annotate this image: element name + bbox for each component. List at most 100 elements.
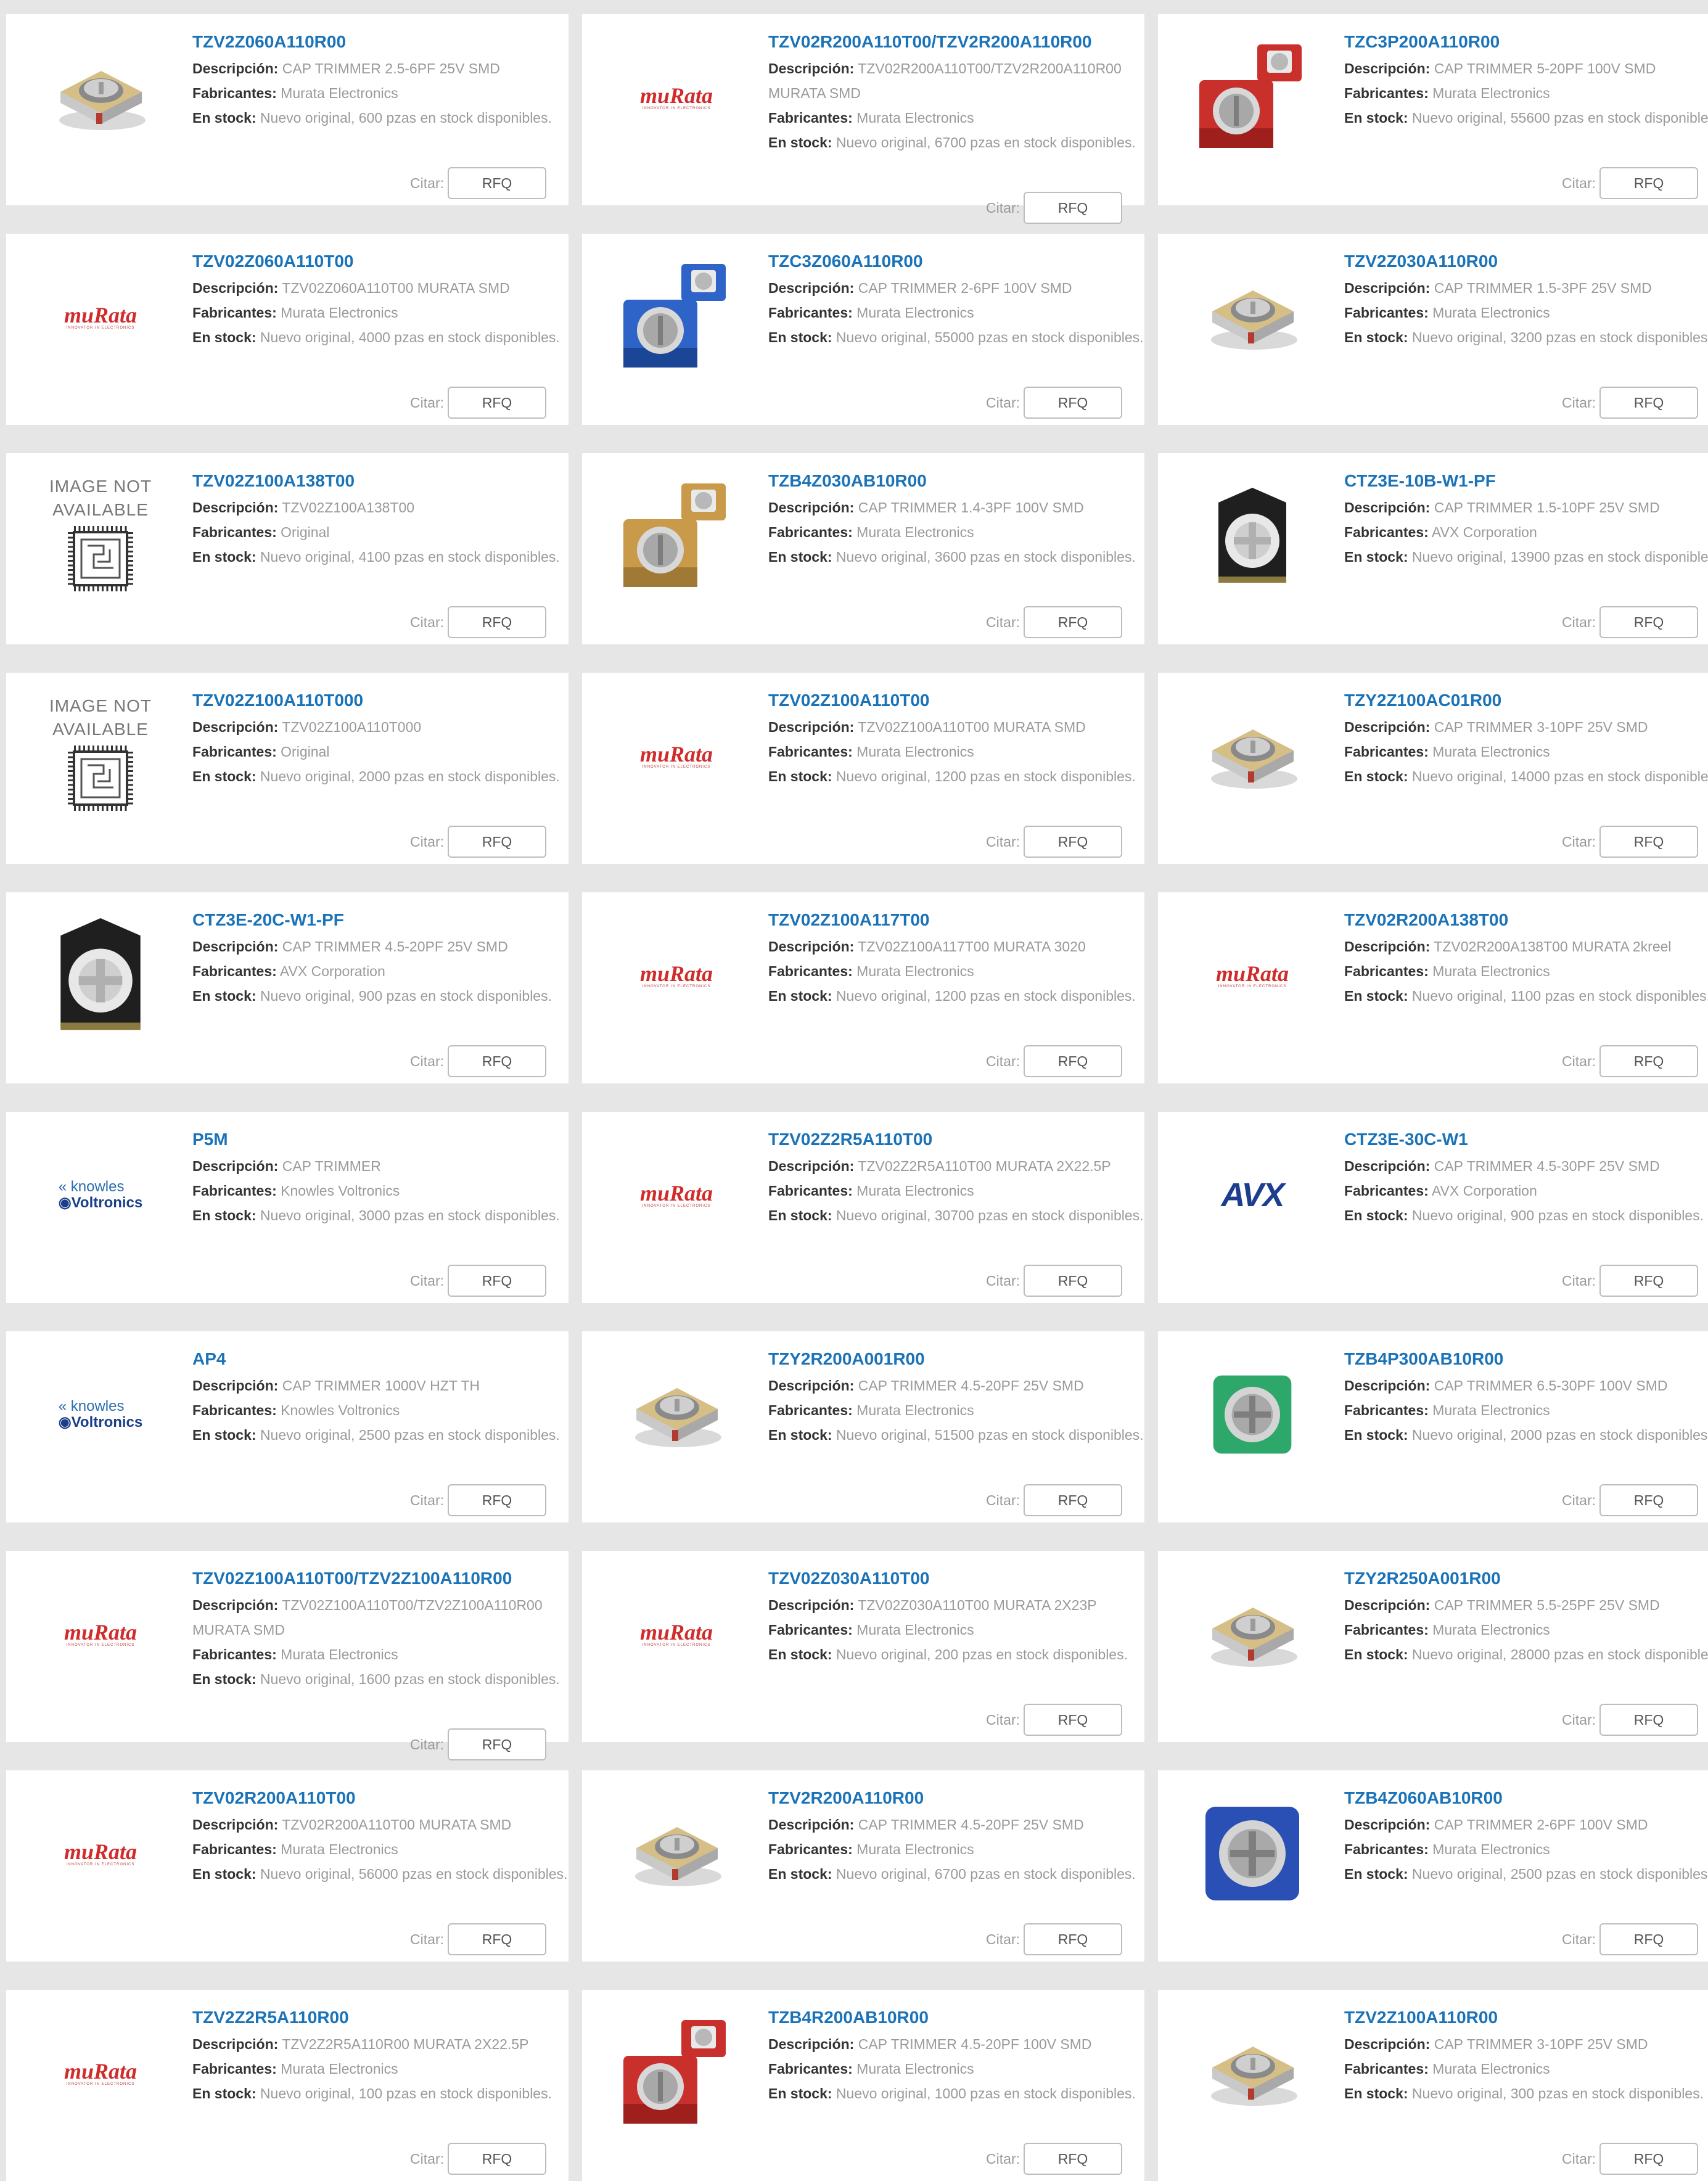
trimmer-red-pair-image[interactable]: [612, 2008, 741, 2138]
stock: En stock: Nuevo original, 300 pzas en st…: [1344, 2081, 1708, 2106]
product-card: TZV2Z060A110R00 Descripción: CAP TRIMMER …: [6, 14, 569, 205]
murata-logo[interactable]: muRata INNOVATOR IN ELECTRONICS: [36, 252, 165, 382]
quote-row: Citar: RFQ: [410, 2143, 546, 2175]
part-number-link[interactable]: TZV2Z100A110R00: [1344, 2007, 1708, 2028]
murata-logo[interactable]: muRata INNOVATOR IN ELECTRONICS: [612, 911, 741, 1040]
description: Descripción: TZV02Z030A110T00 MURATA 2X2…: [768, 1593, 1144, 1617]
trimmer-blue-pair-image[interactable]: [612, 252, 741, 382]
rfq-button[interactable]: RFQ: [1024, 192, 1122, 224]
trimmer-gold-image[interactable]: [612, 1350, 741, 1479]
manufacturer-label: Fabricantes:: [1344, 1402, 1429, 1418]
part-number-link[interactable]: TZV02R200A110T00/TZV2R200A110R00: [768, 31, 1144, 52]
rfq-button[interactable]: RFQ: [1024, 606, 1122, 638]
part-number-link[interactable]: TZV02Z100A110T000: [192, 690, 569, 711]
rfq-button[interactable]: RFQ: [448, 1923, 546, 1955]
murata-logo[interactable]: muRata INNOVATOR IN ELECTRONICS: [36, 1789, 165, 1918]
murata-logo[interactable]: muRata INNOVATOR IN ELECTRONICS: [612, 691, 741, 821]
part-number-link[interactable]: AP4: [192, 1349, 569, 1370]
knowles-logo[interactable]: « knowles ◉Voltronics: [36, 1350, 165, 1479]
rfq-button[interactable]: RFQ: [448, 2143, 546, 2175]
part-number-link[interactable]: TZV02Z030A110T00: [768, 1568, 1144, 1589]
rfq-button[interactable]: RFQ: [1024, 826, 1122, 858]
part-number-link[interactable]: TZV02Z100A138T00: [192, 470, 569, 491]
part-number-link[interactable]: TZY2R250A001R00: [1344, 1568, 1708, 1589]
part-number-link[interactable]: TZV2R200A110R00: [768, 1788, 1144, 1809]
part-number-link[interactable]: TZY2R200A001R00: [768, 1349, 1144, 1370]
manufacturer-value: Murata Electronics: [852, 524, 974, 540]
murata-logo[interactable]: muRata INNOVATOR IN ELECTRONICS: [1188, 911, 1317, 1040]
rfq-button[interactable]: RFQ: [448, 1484, 546, 1516]
rfq-button[interactable]: RFQ: [1024, 1923, 1122, 1955]
rfq-button[interactable]: RFQ: [1599, 1484, 1698, 1516]
rfq-button[interactable]: RFQ: [1024, 2143, 1122, 2175]
trimmer-gold-image[interactable]: [36, 33, 165, 162]
part-number-link[interactable]: TZC3Z060A110R00: [768, 251, 1144, 272]
murata-logo[interactable]: muRata INNOVATOR IN ELECTRONICS: [36, 2008, 165, 2138]
part-number-link[interactable]: CTZ3E-30C-W1: [1344, 1129, 1708, 1150]
part-number-link[interactable]: TZV02Z060A110T00: [192, 251, 569, 272]
rfq-button[interactable]: RFQ: [1024, 387, 1122, 419]
part-number-link[interactable]: TZV2Z030A110R00: [1344, 251, 1708, 272]
rfq-button[interactable]: RFQ: [1024, 1045, 1122, 1077]
part-number-link[interactable]: CTZ3E-10B-W1-PF: [1344, 470, 1708, 491]
part-number-link[interactable]: TZY2Z100AC01R00: [1344, 690, 1708, 711]
murata-logo[interactable]: muRata INNOVATOR IN ELECTRONICS: [36, 1569, 165, 1699]
trimmer-gold-image[interactable]: [1188, 691, 1317, 821]
rfq-button[interactable]: RFQ: [1599, 387, 1698, 419]
part-number-link[interactable]: TZB4R200AB10R00: [768, 2007, 1144, 2028]
knowles-logo[interactable]: « knowles ◉Voltronics: [36, 1130, 165, 1260]
rfq-button[interactable]: RFQ: [448, 1265, 546, 1297]
rfq-button[interactable]: RFQ: [1599, 2143, 1698, 2175]
image-not-available[interactable]: IMAGE NOT AVAILABLE: [36, 472, 165, 601]
rfq-button[interactable]: RFQ: [448, 1728, 546, 1760]
part-number-link[interactable]: TZB4P300AB10R00: [1344, 1349, 1708, 1370]
part-number-link[interactable]: TZV2Z2R5A110R00: [192, 2007, 569, 2028]
quote-row: Citar: RFQ: [410, 1045, 546, 1077]
part-number-link[interactable]: P5M: [192, 1129, 569, 1150]
part-number-link[interactable]: TZV02Z100A117T00: [768, 910, 1144, 930]
rfq-button[interactable]: RFQ: [1599, 1045, 1698, 1077]
trimmer-blue-large-image[interactable]: [1188, 1789, 1317, 1918]
murata-logo[interactable]: muRata INNOVATOR IN ELECTRONICS: [612, 1130, 741, 1260]
citar-label: Citar:: [410, 1492, 444, 1508]
trimmer-black-small-image[interactable]: [1188, 472, 1317, 601]
trimmer-gold-image[interactable]: [612, 1789, 741, 1918]
trimmer-red-pair-image[interactable]: [1188, 33, 1317, 162]
rfq-button[interactable]: RFQ: [1599, 1265, 1698, 1297]
murata-logo[interactable]: muRata INNOVATOR IN ELECTRONICS: [612, 33, 741, 162]
rfq-button[interactable]: RFQ: [1599, 606, 1698, 638]
rfq-button[interactable]: RFQ: [1024, 1704, 1122, 1736]
avx-logo[interactable]: AVX: [1188, 1130, 1317, 1260]
trimmer-gold-image[interactable]: [1188, 1569, 1317, 1699]
trimmer-tan-pair-image[interactable]: [612, 472, 741, 601]
image-not-available[interactable]: IMAGE NOT AVAILABLE: [36, 691, 165, 821]
part-number-link[interactable]: TZV02Z100A110T00: [768, 690, 1144, 711]
rfq-button[interactable]: RFQ: [1024, 1265, 1122, 1297]
murata-logo[interactable]: muRata INNOVATOR IN ELECTRONICS: [612, 1569, 741, 1699]
rfq-button[interactable]: RFQ: [1024, 1484, 1122, 1516]
rfq-button[interactable]: RFQ: [1599, 1704, 1698, 1736]
trimmer-green-image[interactable]: [1188, 1350, 1317, 1479]
trimmer-gold-image[interactable]: [1188, 252, 1317, 382]
stock-label: En stock:: [768, 988, 832, 1004]
part-number-link[interactable]: TZV2Z060A110R00: [192, 31, 569, 52]
trimmer-black-large-image[interactable]: [36, 911, 165, 1040]
trimmer-gold-image[interactable]: [1188, 2008, 1317, 2138]
rfq-button[interactable]: RFQ: [448, 167, 546, 199]
part-number-link[interactable]: TZV02R200A138T00: [1344, 910, 1708, 930]
description: Descripción: TZV02R200A110T00/TZV2R200A1…: [768, 56, 1144, 105]
part-number-link[interactable]: TZV02Z2R5A110T00: [768, 1129, 1144, 1150]
rfq-button[interactable]: RFQ: [448, 387, 546, 419]
part-number-link[interactable]: CTZ3E-20C-W1-PF: [192, 910, 569, 930]
part-number-link[interactable]: TZV02Z100A110T00/TZV2Z100A110R00: [192, 1568, 569, 1589]
part-number-link[interactable]: TZB4Z030AB10R00: [768, 470, 1144, 491]
rfq-button[interactable]: RFQ: [448, 606, 546, 638]
part-number-link[interactable]: TZB4Z060AB10R00: [1344, 1788, 1708, 1809]
rfq-button[interactable]: RFQ: [1599, 167, 1698, 199]
part-number-link[interactable]: TZV02R200A110T00: [192, 1788, 569, 1809]
rfq-button[interactable]: RFQ: [1599, 1923, 1698, 1955]
part-number-link[interactable]: TZC3P200A110R00: [1344, 31, 1708, 52]
rfq-button[interactable]: RFQ: [448, 826, 546, 858]
rfq-button[interactable]: RFQ: [448, 1045, 546, 1077]
rfq-button[interactable]: RFQ: [1599, 826, 1698, 858]
